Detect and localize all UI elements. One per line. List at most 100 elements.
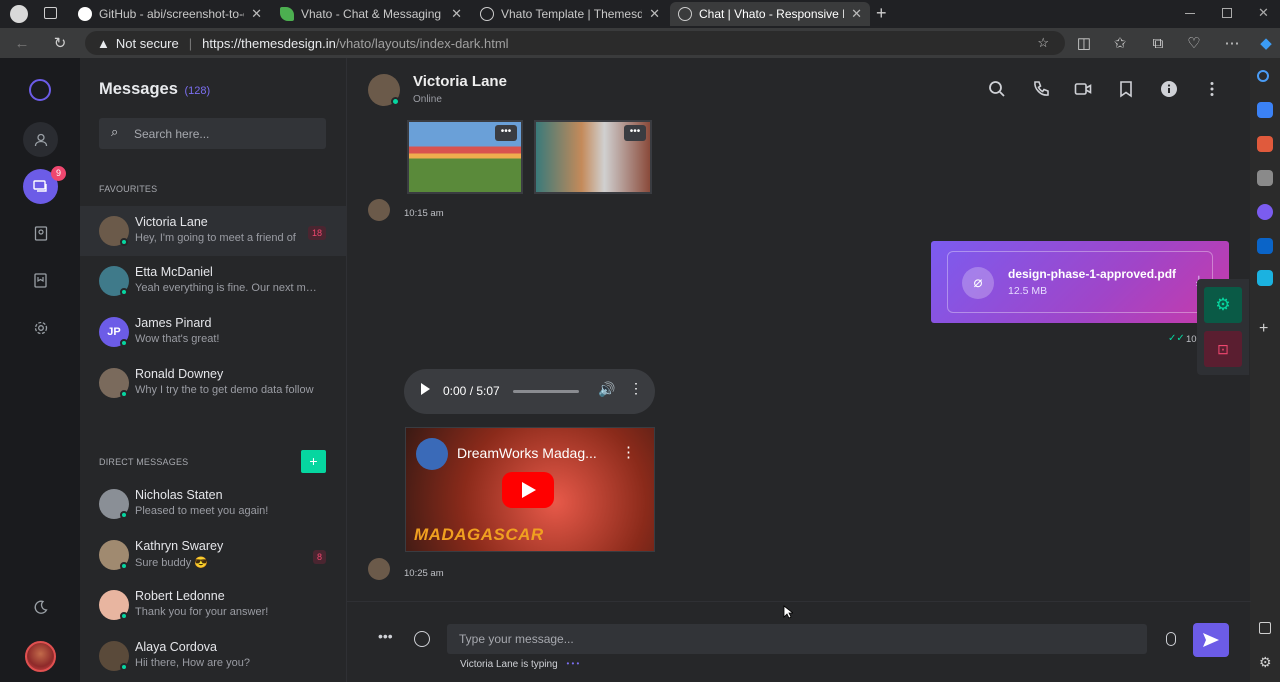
security-label[interactable]: Not secure — [116, 36, 179, 51]
audio-progress[interactable] — [513, 390, 579, 393]
tab-vhato-html[interactable]: Vhato - Chat & Messaging HTML✕ — [272, 2, 470, 26]
list-item[interactable]: Ronald Downey Why I try the to get demo … — [80, 358, 346, 408]
send-button[interactable] — [1193, 623, 1229, 657]
online-status-dot — [120, 390, 128, 398]
favorites-icon[interactable]: ✩ — [1108, 31, 1132, 55]
tab-actions-icon[interactable] — [44, 7, 57, 19]
message-time: 10:15 am — [404, 208, 444, 219]
image-more-button[interactable]: ••• — [624, 125, 646, 141]
list-item[interactable]: Kathryn Swarey Sure buddy 😎 8 — [80, 530, 346, 580]
attachment-icon: ⌀ — [962, 267, 994, 299]
file-size: 12.5 MB — [1008, 285, 1048, 297]
last-message: Thank you for your answer! — [135, 606, 269, 618]
list-item[interactable]: Victoria Lane Hey, I'm going to meet a f… — [80, 206, 346, 256]
profile-icon[interactable] — [10, 5, 28, 23]
close-tab-icon[interactable]: ✕ — [851, 6, 862, 22]
drop-icon[interactable] — [1257, 270, 1273, 286]
unread-badge: 8 — [312, 550, 326, 564]
nav-contacts[interactable] — [23, 216, 58, 251]
nav-settings[interactable] — [23, 310, 58, 345]
settings-gear-icon — [34, 321, 47, 334]
theme-toggle[interactable] — [23, 590, 58, 625]
url-box[interactable]: ▲ Not secure | https://themesdesign.in/v… — [85, 31, 1065, 55]
chat-pane: Victoria Lane Online ••• ••• 10:15 am ⌀ … — [346, 58, 1251, 682]
tab-chat-vhato[interactable]: Chat | Vhato - Responsive Bootst✕ — [670, 2, 870, 26]
play-icon[interactable] — [421, 383, 430, 395]
collections-icon[interactable]: ⧉ — [1146, 31, 1170, 55]
close-tab-icon[interactable]: ✕ — [251, 6, 262, 22]
message-input[interactable]: Type your message... — [447, 624, 1147, 654]
audio-more-icon[interactable]: ⋮ — [629, 380, 643, 397]
composer-divider — [347, 601, 1251, 602]
outlook-icon[interactable] — [1257, 238, 1273, 254]
contact-name[interactable]: Victoria Lane — [413, 73, 507, 90]
image-attachment[interactable]: ••• — [407, 120, 523, 194]
microsoft365-icon[interactable] — [1257, 204, 1273, 220]
chat-logo-icon[interactable] — [29, 79, 51, 101]
image-more-button[interactable]: ••• — [495, 125, 517, 141]
contact-status: Online — [413, 94, 442, 105]
video-more-icon[interactable]: ⋮ — [621, 443, 636, 461]
new-tab-icon[interactable]: + — [876, 3, 887, 24]
bookmark-icon[interactable] — [1117, 80, 1135, 98]
contact-name: Nicholas Staten — [135, 488, 223, 502]
youtube-play-icon[interactable] — [502, 472, 554, 508]
audio-player[interactable]: 0:00 / 5:07 🔊 ⋮ — [404, 369, 655, 414]
favorite-star-icon[interactable]: ☆ — [1037, 35, 1049, 51]
maximize-icon[interactable] — [1222, 8, 1232, 18]
info-icon[interactable] — [1160, 80, 1178, 98]
microphone-icon[interactable] — [1166, 632, 1176, 646]
close-window-icon[interactable]: ✕ — [1258, 5, 1269, 21]
channel-avatar — [416, 438, 448, 470]
close-tab-icon[interactable]: ✕ — [649, 6, 660, 22]
emoji-icon[interactable] — [414, 631, 430, 647]
browser-essentials-icon[interactable]: ♡ — [1182, 31, 1206, 55]
purchase-button[interactable]: ⊡ — [1204, 331, 1242, 367]
search-icon: ⌕ — [111, 124, 119, 139]
message-placeholder: Type your message... — [459, 632, 574, 646]
video-embed[interactable]: DreamWorks Madag... ⋮ MADAGASCAR — [405, 427, 655, 552]
more-attachments-icon[interactable]: ••• — [378, 628, 393, 644]
file-name[interactable]: design-phase-1-approved.pdf — [1008, 267, 1176, 281]
settings-icon[interactable]: ⚙ — [1259, 654, 1272, 671]
audio-time: 0:00 / 5:07 — [443, 384, 500, 398]
more-icon[interactable]: ⋯ — [1220, 31, 1244, 55]
tab-github[interactable]: GitHub - abi/screenshot-to-code✕ — [70, 2, 270, 26]
video-call-icon[interactable] — [1074, 80, 1092, 98]
list-item[interactable]: Robert Ledonne Thank you for your answer… — [80, 580, 346, 630]
search-input[interactable]: ⌕ Search here... — [99, 118, 326, 149]
url-path: /vhato/layouts/index-dark.html — [335, 35, 509, 51]
tools-icon[interactable] — [1257, 136, 1273, 152]
games-icon[interactable] — [1257, 170, 1273, 186]
add-direct-message-button[interactable]: + — [301, 450, 326, 473]
add-sidebar-icon[interactable]: + — [1259, 320, 1268, 338]
close-tab-icon[interactable]: ✕ — [451, 6, 462, 22]
search-icon[interactable] — [988, 80, 1006, 98]
nav-bookmarks[interactable] — [23, 263, 58, 298]
file-card[interactable]: ⌀ design-phase-1-approved.pdf 12.5 MB ⤓ — [947, 251, 1213, 313]
nav-profile[interactable] — [23, 122, 58, 157]
whatsapp-icon — [480, 7, 494, 21]
sidebar-toggle-icon[interactable] — [1259, 622, 1271, 634]
minimize-icon[interactable] — [1185, 13, 1195, 14]
tab-vhato-template[interactable]: Vhato Template | Themesdesign✕ — [472, 2, 668, 26]
phone-icon[interactable] — [1032, 80, 1050, 98]
more-options-icon[interactable] — [1203, 80, 1221, 98]
list-item[interactable]: JP James Pinard Wow that's great! — [80, 307, 346, 357]
back-icon[interactable]: ← — [10, 31, 34, 55]
copilot-icon[interactable]: ◆ — [1254, 31, 1278, 55]
shopping-icon[interactable] — [1257, 102, 1273, 118]
user-avatar[interactable] — [25, 641, 56, 672]
refresh-icon[interactable]: ↻ — [48, 31, 72, 55]
list-item[interactable]: Nicholas Staten Pleased to meet you agai… — [80, 479, 346, 529]
url-separator: | — [188, 35, 193, 51]
theme-settings-button[interactable]: ⚙ — [1204, 287, 1242, 323]
volume-icon[interactable]: 🔊 — [598, 381, 615, 398]
list-item[interactable]: Alaya Cordova Hii there, How are you? — [80, 631, 346, 681]
search-icon[interactable] — [1257, 70, 1269, 82]
typing-indicator: Victoria Lane is typing • • • — [460, 659, 579, 670]
list-item[interactable]: Etta McDaniel Yeah everything is fine. O… — [80, 256, 346, 306]
image-attachment[interactable]: ••• — [534, 120, 652, 194]
last-message: Hey, I'm going to meet a friend of — [135, 232, 296, 244]
split-screen-icon[interactable]: ◫ — [1072, 31, 1096, 55]
